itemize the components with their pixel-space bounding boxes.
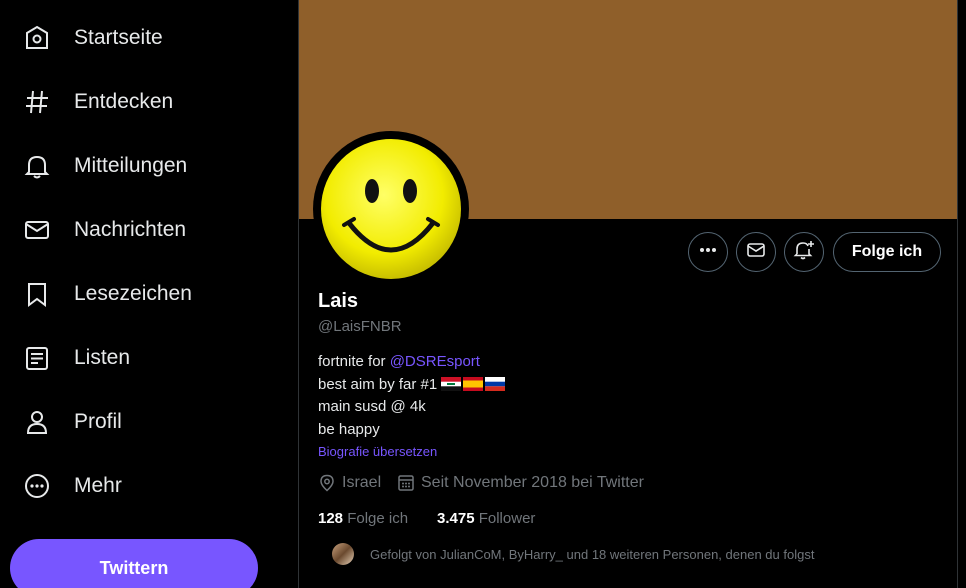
- profile-main: Folge ich Lais @LaisFNBR fortnite for @D…: [299, 0, 957, 588]
- person-icon: [22, 407, 52, 437]
- sidebar-item-label: Startseite: [74, 26, 163, 49]
- envelope-icon: [22, 215, 52, 245]
- sidebar-item-bookmarks[interactable]: Lesezeichen: [22, 274, 192, 314]
- bell-plus-icon: [793, 239, 815, 266]
- sidebar-item-label: Mitteilungen: [74, 154, 188, 177]
- following-count-link[interactable]: 128 Folge ich: [318, 510, 408, 527]
- bio-text: best aim by far #1: [318, 375, 438, 393]
- hashtag-icon: [22, 87, 52, 117]
- sidebar-item-home[interactable]: Startseite: [22, 18, 163, 58]
- followed-by-link[interactable]: Gefolgt von JulianCoM, ByHarry_ und 18 w…: [332, 543, 814, 565]
- profile-handle: @LaisFNBR: [318, 318, 402, 335]
- sidebar-item-label: Entdecken: [74, 90, 174, 113]
- profile-bio: fortnite for @DSREsport best aim by far …: [318, 351, 507, 441]
- sidebar-item-label: Mehr: [74, 474, 122, 497]
- profile-location: Israel: [318, 474, 381, 492]
- more-dots-icon: [698, 240, 718, 265]
- russia-flag: [485, 376, 506, 391]
- bio-text: fortnite for: [318, 353, 390, 370]
- more-button[interactable]: [688, 232, 728, 272]
- bio-text: main susd @ 4k: [318, 398, 426, 415]
- sidebar-item-label: Nachrichten: [74, 218, 187, 241]
- sidebar-item-more[interactable]: Mehr: [22, 466, 122, 506]
- followed-by-text: Gefolgt von JulianCoM, ByHarry_ und 18 w…: [370, 546, 815, 562]
- sidebar-item-label: Profil: [74, 410, 122, 433]
- following-label: Folge ich: [347, 510, 409, 527]
- sidebar-item-explore[interactable]: Entdecken: [22, 82, 173, 122]
- notify-button[interactable]: [784, 232, 824, 272]
- followers-count: 3.475: [437, 510, 475, 527]
- envelope-icon: [746, 240, 766, 265]
- followers-count-link[interactable]: 3.475 Follower: [437, 510, 535, 527]
- iraq-flag: [441, 376, 462, 391]
- tweet-button[interactable]: Twittern: [10, 539, 258, 588]
- profile-joined-date: Seit November 2018 bei Twitter: [397, 474, 644, 492]
- sidebar-item-profile[interactable]: Profil: [22, 402, 122, 442]
- followers-label: Follower: [478, 510, 536, 527]
- sidebar-item-lists[interactable]: Listen: [22, 338, 130, 378]
- calendar-icon: [398, 475, 414, 491]
- bell-icon: [22, 151, 52, 181]
- smiley-avatar-image: [321, 139, 461, 279]
- sidebar-item-notifications[interactable]: Mitteilungen: [22, 146, 187, 186]
- bio-mention-link[interactable]: @DSREsport: [390, 353, 480, 370]
- avatar[interactable]: [313, 131, 469, 287]
- message-button[interactable]: [736, 232, 776, 272]
- home-icon: [22, 23, 52, 53]
- location-pin-icon: [320, 474, 334, 492]
- sidebar-item-label: Listen: [74, 346, 131, 369]
- bookmark-icon: [22, 279, 52, 309]
- list-icon: [22, 343, 52, 373]
- sidebar-item-label: Lesezeichen: [74, 282, 192, 305]
- following-count: 128: [318, 510, 344, 527]
- following-button[interactable]: Folge ich: [833, 232, 941, 272]
- divider: [957, 0, 958, 588]
- translate-bio-link[interactable]: Biografie übersetzen: [318, 444, 437, 459]
- sidebar-item-messages[interactable]: Nachrichten: [22, 210, 186, 250]
- profile-name: Lais: [318, 290, 359, 312]
- spain-flag: [463, 376, 484, 391]
- avatar: [332, 543, 354, 565]
- bio-text: be happy: [318, 420, 380, 438]
- sidebar: Startseite Entdecken Mitteilungen Nachri…: [0, 0, 298, 588]
- more-circle-icon: [22, 471, 52, 501]
